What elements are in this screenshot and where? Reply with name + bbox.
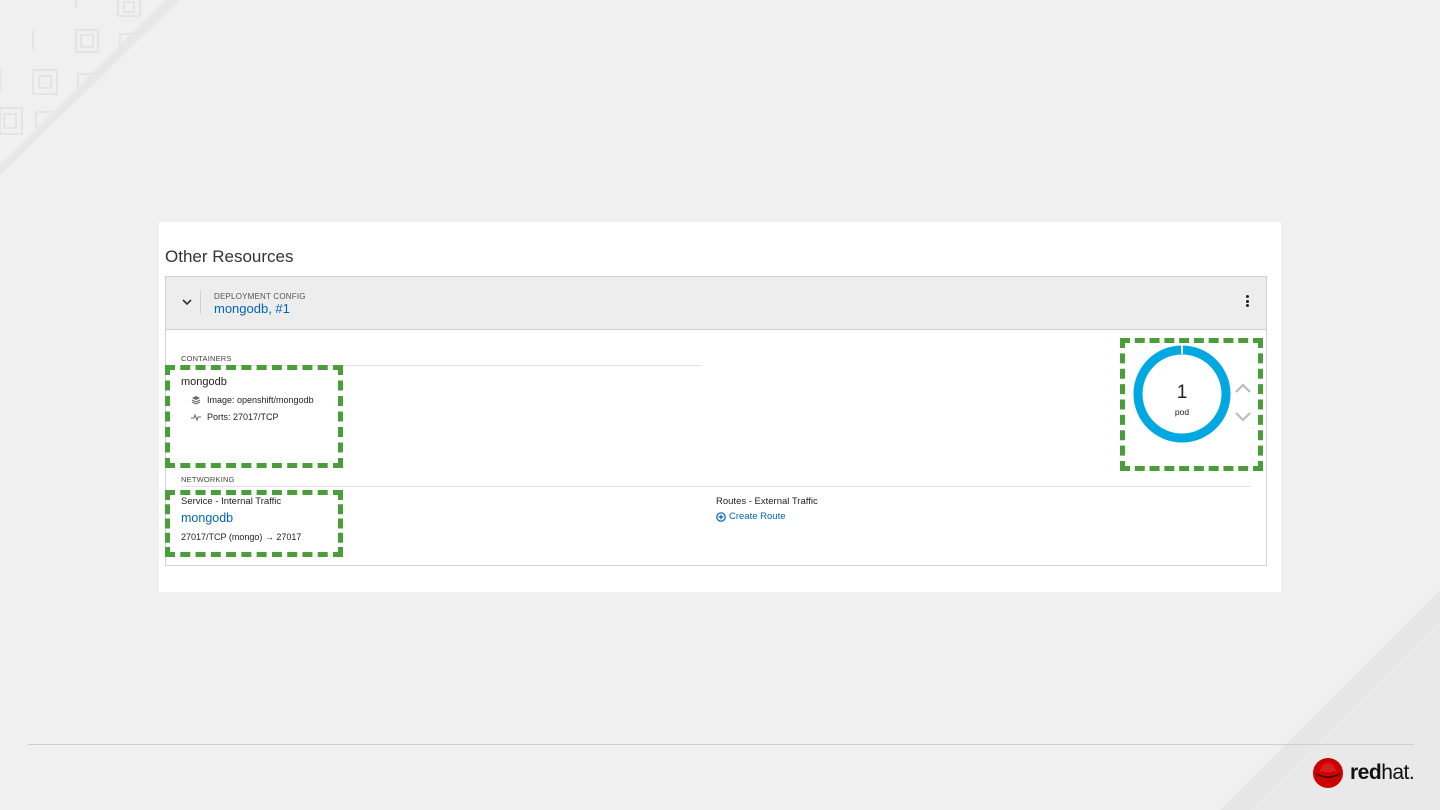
chevron-down-icon[interactable] [180, 295, 194, 309]
highlight-container-box [165, 365, 343, 468]
highlight-pods-box [1120, 338, 1263, 471]
plus-circle-icon [716, 511, 726, 522]
highlight-service-box [165, 490, 343, 557]
background-pattern-top-left [0, 0, 180, 175]
containers-label: Containers [181, 354, 232, 363]
networking-label: Networking [181, 475, 235, 484]
deployment-config-header[interactable]: Deployment Config mongodb, #1 [166, 277, 1266, 330]
section-title: Other Resources [165, 247, 294, 266]
networking-divider [181, 486, 1251, 487]
create-route-link[interactable]: Create Route [716, 511, 786, 522]
redhat-logo: redhat. [1310, 757, 1415, 789]
redhat-logo-icon [1313, 758, 1343, 788]
redhat-logo-text: redhat. [1350, 761, 1415, 784]
header-divider [200, 290, 201, 314]
footer-divider [28, 744, 1414, 745]
resource-kind-label: Deployment Config [214, 292, 306, 301]
kebab-icon[interactable] [1242, 295, 1252, 311]
create-route-text: Create Route [729, 511, 786, 522]
routes-label: Routes - External Traffic [716, 496, 818, 507]
deployment-config-link[interactable]: mongodb, #1 [214, 301, 290, 316]
